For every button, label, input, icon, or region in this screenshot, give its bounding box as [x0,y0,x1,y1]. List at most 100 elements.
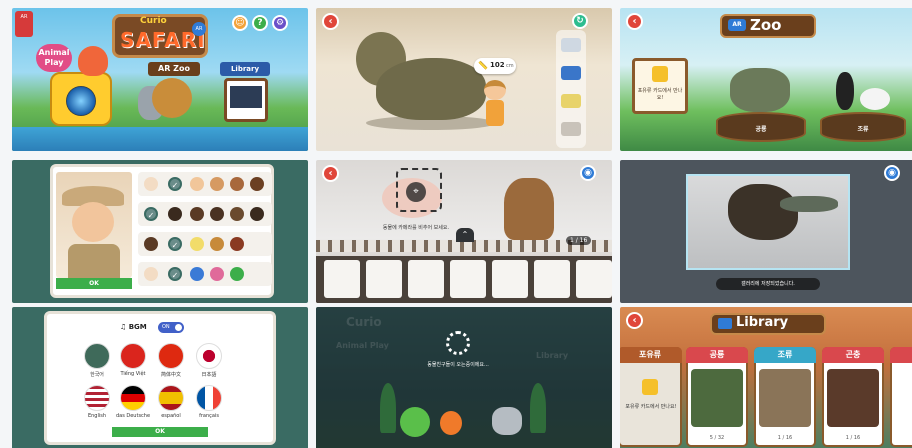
animal-tile-goat[interactable] [366,260,402,298]
hair-style[interactable] [168,207,182,221]
skin-swatch[interactable] [190,177,204,191]
skin-swatch[interactable] [210,177,224,191]
tree [530,383,546,433]
t-rex-art [691,369,743,427]
settings-button[interactable]: ⚙ [272,15,288,31]
ar-zoo-screen: ‹ AR Zoo 포유류 카드에서 만나요! 공룡 조류 [620,8,912,151]
hair-color-swatch[interactable] [190,237,204,251]
flag-spain[interactable] [158,385,184,411]
card-label: 공룡 [686,347,748,363]
skin-swatch[interactable] [230,177,244,191]
avatar-editor-screen: OK ✓ ✓ ✓ ✓ [12,160,308,303]
toggle-text: ON [162,324,170,330]
triceratops-model[interactable] [376,58,486,120]
settings-screen: ♫ BGM ON 한국어 Tiếng Việt 简体中文 日本語 English… [12,307,308,448]
person-thumb[interactable] [561,122,581,136]
help-button[interactable]: ? [252,15,268,31]
eye-color-swatch[interactable] [190,267,204,281]
car-thumb[interactable] [561,94,581,108]
book-icon [718,318,732,329]
scan-hint: 동물에 카메라를 비추어 보세요. [382,225,450,231]
hair-color-swatch[interactable] [210,237,224,251]
animal-tile-sheep[interactable] [408,260,444,298]
captured-lizard [780,196,838,212]
eye-face-icon [144,267,158,281]
card-label: 조류 [754,347,816,363]
flag-china[interactable] [158,343,184,369]
back-button[interactable]: ‹ [322,13,339,30]
ok-button[interactable]: OK [56,278,132,289]
lion-illustration [152,78,192,118]
loading-screen: Curio Animal Play Library 동물친구들이 오는중이에요.… [316,307,612,448]
selected-check[interactable]: ✓ [144,207,158,221]
animal-play-button[interactable]: Animal Play [36,44,72,72]
card-label: 포유류 [620,347,682,363]
locked-text: 포유류 카드에서 만나요! [625,404,677,410]
card-count: 5 / 32 [709,435,725,441]
hair-style[interactable] [250,207,264,221]
ar-scan-screen: ‹ ◉ ⌖ 동물에 카메라를 비추어 보세요. ⌃ 1 / 16 [316,160,612,303]
skin-swatch[interactable] [250,177,264,191]
bgm-text: BGM [128,323,147,331]
animal-tile-cow[interactable] [450,260,486,298]
penguin-model [836,72,854,110]
selected-check[interactable]: ✓ [168,237,182,251]
chevron-up-icon[interactable]: ⌃ [456,228,474,242]
camera-button[interactable]: ◉ [884,165,900,181]
flag-japan[interactable] [196,343,222,369]
animal-tile-horse[interactable] [492,260,528,298]
ar-badge: AR [192,22,206,36]
toggle-knob [175,324,182,331]
saved-toast: 갤러리에 저장되었습니다. [716,278,820,290]
hair-style[interactable] [190,207,204,221]
hair-style[interactable] [210,207,224,221]
eye-color-swatch[interactable] [210,267,224,281]
ar-zoo-button[interactable]: AR Zoo [148,62,200,76]
back-button[interactable]: ‹ [322,165,339,182]
green-dino [400,407,430,437]
lock-icon [652,66,668,82]
back-button[interactable]: ‹ [626,13,643,30]
card-next-head [890,347,912,363]
lock-icon [642,379,658,395]
refresh-button[interactable]: ↻ [572,13,588,29]
avatar-outfit [68,244,120,278]
measure-value: 102 [490,61,505,69]
hair-style[interactable] [230,207,244,221]
ok-button[interactable]: OK [112,427,208,437]
back-button[interactable]: ‹ [626,312,643,329]
library-board-screen [230,86,262,108]
horse-model[interactable] [504,178,554,240]
flag-germany[interactable] [120,385,146,411]
avatar-button[interactable]: ☺ [232,15,248,31]
animal-tile-pig[interactable] [324,260,360,298]
captured-creature [728,184,798,240]
scan-icon[interactable]: ⌖ [406,182,426,202]
eye-color-swatch[interactable] [230,267,244,281]
library-button[interactable]: Library [220,62,270,76]
selected-check[interactable]: ✓ [168,267,182,281]
hair-face-icon [144,237,158,251]
river [12,127,308,151]
flag-usa[interactable] [84,385,110,411]
home-screen: AR Curio SAFARI AR ☺ ? ⚙ Animal Play AR … [12,8,308,151]
language-label: 日本語 [201,372,217,378]
pedestal-label: 공룡 [755,126,767,133]
bus-thumb[interactable] [561,66,581,80]
animal-tile-zebra[interactable] [576,260,612,298]
camera-button[interactable]: ◉ [580,165,596,181]
animal-counter: 1 / 16 [566,236,592,245]
animal-tile-rhino[interactable] [534,260,570,298]
ar-measure-screen: ‹ ↻ 📏 102 cm [316,8,612,151]
dino-mascot [78,46,108,76]
beetle-art [827,369,879,427]
hair-color-swatch[interactable] [230,237,244,251]
language-label: français [199,413,219,419]
selected-check[interactable]: ✓ [168,177,182,191]
flag-france[interactable] [196,385,222,411]
girl-body [486,100,504,126]
airplane-thumb[interactable] [561,38,581,52]
flag-korea[interactable] [84,343,110,369]
pedestal-label: 조류 [857,126,869,133]
flag-vietnam[interactable] [120,343,146,369]
